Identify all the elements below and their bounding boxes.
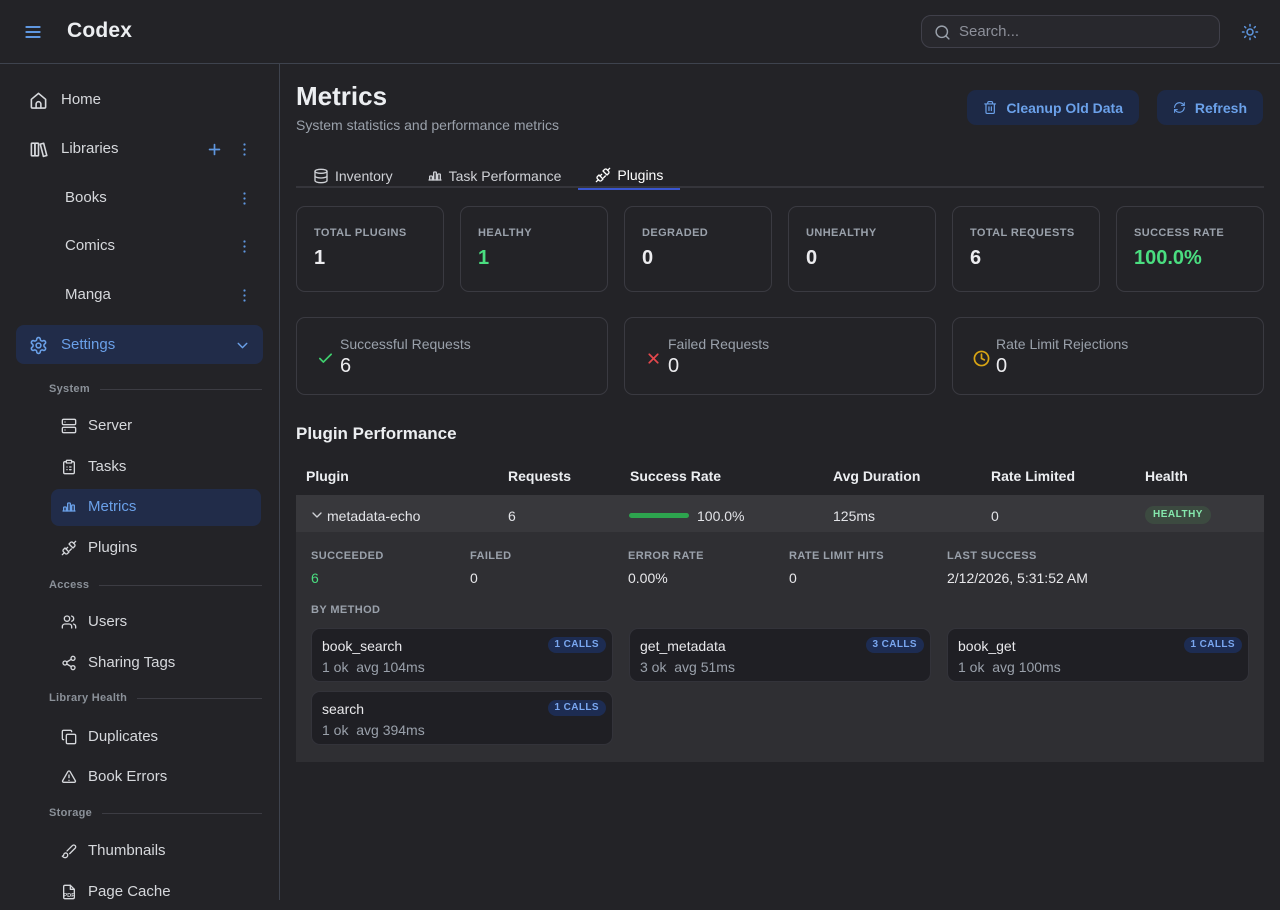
svg-text:PDF: PDF xyxy=(63,893,75,899)
